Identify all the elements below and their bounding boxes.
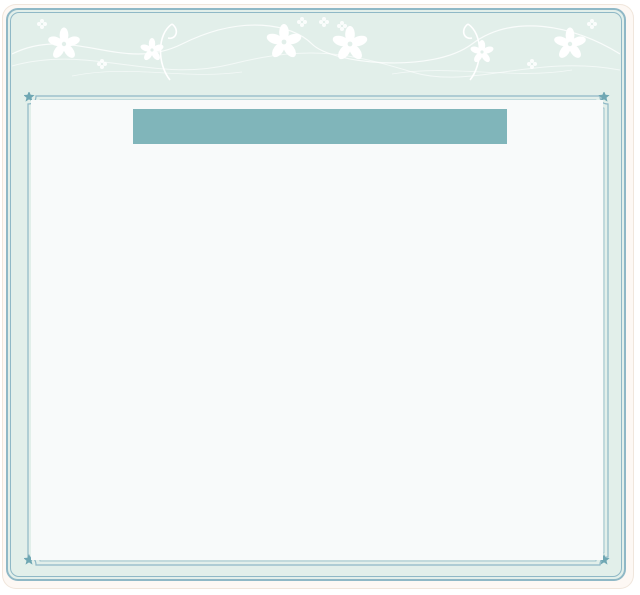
content-panel (31, 100, 603, 560)
title-bar (133, 109, 507, 144)
floral-ornament-icon (12, 14, 620, 88)
floral-header (12, 14, 620, 88)
